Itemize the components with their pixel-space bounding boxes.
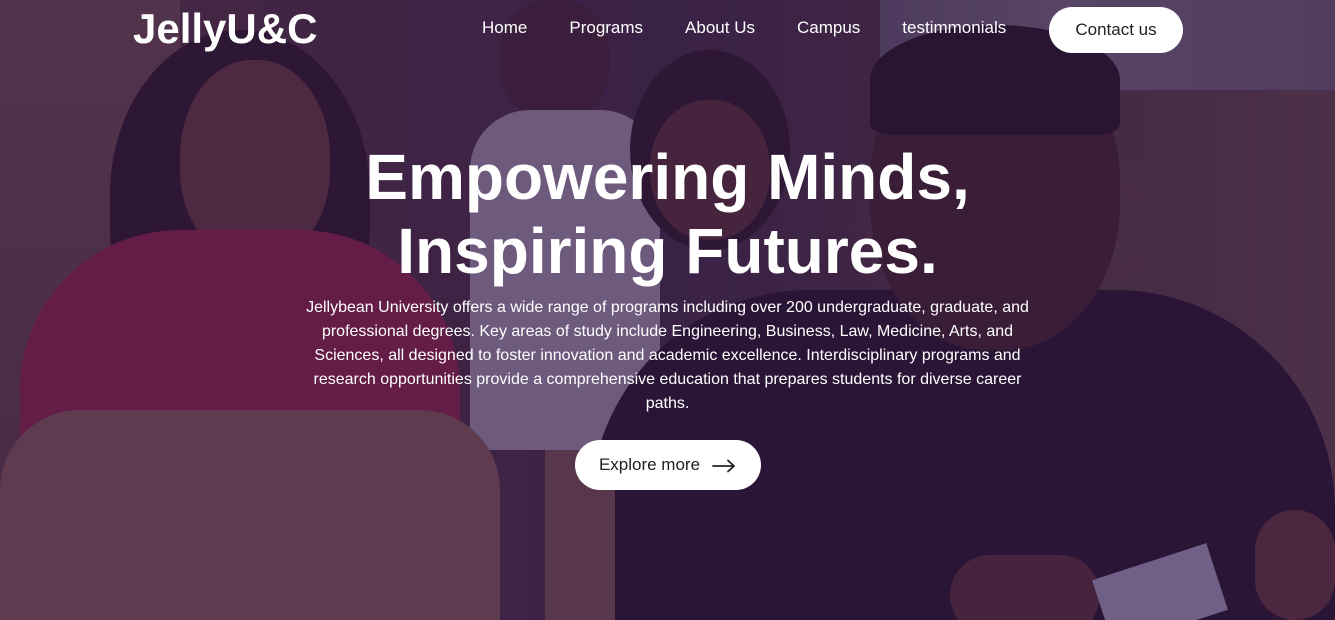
- hero-section: JellyU&C Home Programs About Us Campus t…: [0, 0, 1335, 620]
- hero-title-line-2: Inspiring Futures.: [397, 215, 938, 287]
- nav-link-testimonials[interactable]: testimmonials: [902, 18, 1006, 37]
- nav-links: Home Programs About Us Campus testimmoni…: [482, 17, 1006, 39]
- hero-content: Empowering Minds, Inspiring Futures. Jel…: [0, 140, 1335, 490]
- explore-more-button[interactable]: Explore more: [574, 440, 761, 490]
- explore-more-label: Explore more: [598, 455, 701, 474]
- hero-title-line-1: Empowering Minds,: [365, 141, 970, 213]
- nav-link-campus[interactable]: Campus: [797, 18, 860, 37]
- nav-link-about-us[interactable]: About Us: [685, 18, 755, 37]
- nav-link-home[interactable]: Home: [482, 18, 527, 37]
- navbar: JellyU&C Home Programs About Us Campus t…: [0, 0, 1335, 58]
- arrow-right-icon: [712, 458, 736, 473]
- hero-description: Jellybean University offers a wide range…: [306, 299, 1029, 412]
- contact-us-button[interactable]: Contact us: [1049, 7, 1183, 53]
- hero-title: Empowering Minds, Inspiring Futures.: [288, 140, 1048, 288]
- site-logo[interactable]: JellyU&C: [133, 5, 317, 53]
- nav-link-programs[interactable]: Programs: [569, 18, 643, 37]
